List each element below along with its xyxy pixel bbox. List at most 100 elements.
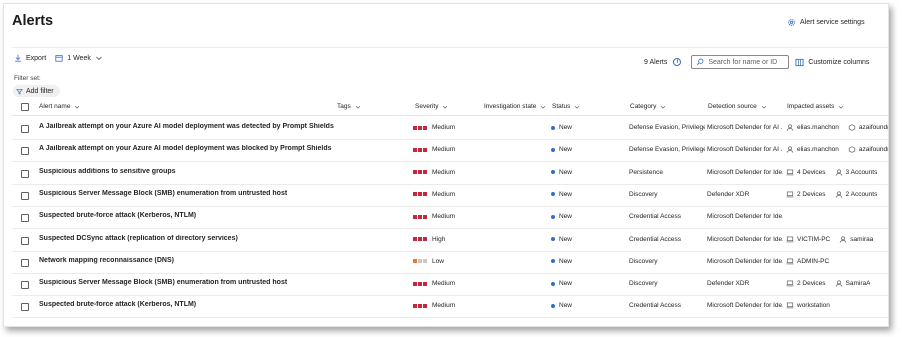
severity-label: High (432, 235, 446, 243)
severity-indicator (413, 192, 427, 197)
column-label: Severity (415, 103, 439, 110)
alert-name-link[interactable]: A Jailbreak attempt on your Azure AI mod… (39, 123, 334, 130)
table-row[interactable]: Suspected DCSync attack (replication of … (12, 230, 888, 252)
column-label: Investigation state (484, 103, 537, 110)
table-row[interactable]: Suspected brute-force attack (Kerberos, … (12, 296, 888, 319)
column-investigation-state[interactable]: Investigation state (484, 103, 546, 110)
alert-service-settings-button[interactable]: Alert service settings (787, 18, 865, 27)
table-row[interactable]: Suspected brute-force attack (Kerberos, … (12, 207, 888, 230)
row-checkbox[interactable] (21, 147, 29, 156)
asset-label: VICTIM-PC (797, 235, 831, 243)
impacted-asset[interactable]: ADMIN-PC (786, 258, 829, 265)
status-dot (551, 237, 555, 241)
chevron-down-icon (541, 105, 546, 109)
impacted-asset[interactable]: workstation (786, 302, 830, 309)
asset-label: samiraa (850, 235, 874, 243)
severity-indicator (413, 214, 427, 219)
severity-indicator (413, 303, 427, 308)
status-label: New (559, 146, 573, 154)
select-all-checkbox[interactable] (21, 103, 29, 111)
impacted-asset[interactable]: azaifoundry-mdl (848, 146, 888, 154)
column-category[interactable]: Category (630, 103, 666, 110)
column-status[interactable]: Status (552, 103, 580, 110)
category-cell: Discovery (629, 280, 658, 288)
severity-label: Medium (432, 190, 456, 198)
time-range-label: 1 Week (67, 54, 91, 62)
detection-source-cell: Microsoft Defender for Ide... (707, 213, 783, 221)
user-icon (835, 191, 843, 198)
detection-source-cell: Microsoft Defender for AI ... (707, 146, 783, 154)
alert-name-link[interactable]: Suspected DCSync attack (replication of … (39, 235, 238, 242)
table-row[interactable]: Suspicious Server Message Block (SMB) en… (12, 274, 888, 297)
row-checkbox[interactable] (21, 214, 29, 223)
column-tags[interactable]: Tags (337, 103, 361, 110)
severity-cell: Medium (413, 280, 455, 287)
row-checkbox[interactable] (21, 281, 29, 290)
export-button[interactable]: Export (14, 54, 46, 62)
asset-label: azaifoundry-mdl (858, 146, 888, 154)
severity-indicator (413, 237, 427, 241)
download-icon (15, 54, 21, 62)
table-row[interactable]: Suspicious Server Message Block (SMB) en… (12, 185, 888, 207)
impacted-assets-cell: 2 Devices SamiraA (786, 280, 870, 287)
impacted-asset[interactable]: 4 Devices (786, 169, 826, 176)
asset-label: 3 Accounts (845, 168, 878, 176)
alert-name-link[interactable]: Suspected brute-force attack (Kerberos, … (39, 301, 196, 308)
table-row[interactable]: Suspicious additions to sensitive groups… (12, 163, 888, 185)
table-row[interactable]: A Jailbreak attempt on your Azure AI mod… (12, 140, 888, 163)
row-checkbox[interactable] (21, 258, 29, 267)
asset-label: 4 Devices (797, 168, 826, 176)
column-label: Status (552, 103, 571, 110)
row-checkbox[interactable] (21, 303, 29, 312)
export-label: Export (26, 54, 47, 62)
asset-label: workstation (797, 302, 830, 310)
filter-icon (16, 88, 23, 95)
alert-name-link[interactable]: Suspicious Server Message Block (SMB) en… (39, 279, 287, 286)
impacted-asset[interactable]: VICTIM-PC (786, 236, 830, 243)
alert-name-link[interactable]: Suspicious Server Message Block (SMB) en… (39, 190, 287, 197)
user-icon (835, 280, 843, 287)
toolbar: Export 1 Week (14, 54, 112, 62)
impacted-asset[interactable]: 2 Accounts (835, 191, 877, 198)
customize-label: Customize columns (808, 58, 870, 66)
cloud-resource-icon (848, 124, 856, 131)
impacted-asset[interactable]: 2 Devices (786, 280, 826, 287)
time-range-dropdown[interactable]: 1 Week (55, 54, 103, 62)
impacted-asset[interactable]: samiraa (839, 236, 873, 243)
column-detection-source[interactable]: Detection source (708, 103, 767, 110)
search-placeholder: Search for name or ID (708, 58, 778, 66)
detection-source-cell: Microsoft Defender for Ide... (707, 235, 783, 243)
filter-set-label: Filter set: (14, 75, 41, 82)
row-checkbox[interactable] (21, 236, 29, 245)
table-row[interactable]: A Jailbreak attempt on your Azure AI mod… (12, 118, 888, 140)
impacted-asset[interactable]: elias.manchon (786, 124, 839, 131)
column-severity[interactable]: Severity (415, 103, 448, 110)
search-input[interactable]: Search for name or ID (691, 55, 790, 69)
alert-name-link[interactable]: Network mapping reconnaissance (DNS) (39, 257, 174, 264)
impacted-asset[interactable]: 3 Accounts (835, 168, 878, 176)
status-dot (551, 303, 555, 308)
column-alert-name[interactable]: Alert name (39, 103, 80, 110)
impacted-asset[interactable]: SamiraA (835, 280, 870, 287)
impacted-asset[interactable]: 2 Devices (786, 191, 826, 198)
table-row[interactable]: Network mapping reconnaissance (DNS) Low N… (12, 252, 888, 274)
row-checkbox[interactable] (21, 125, 29, 133)
customize-columns-button[interactable]: Customize columns (795, 58, 869, 67)
alert-name-link[interactable]: A Jailbreak attempt on your Azure AI mod… (39, 145, 332, 152)
impacted-asset[interactable]: elias.manchon (786, 146, 839, 153)
alert-name-link[interactable]: Suspected brute-force attack (Kerberos, … (39, 212, 196, 219)
info-icon[interactable]: i (673, 58, 682, 66)
detection-source-cell: Defender XDR (707, 190, 750, 198)
status-label: New (559, 302, 573, 310)
impacted-asset[interactable]: azaifoundry-mdl (848, 124, 888, 131)
status-dot (551, 170, 555, 175)
chevron-down-icon (443, 105, 448, 109)
add-filter-button[interactable]: Add filter (13, 85, 60, 97)
severity-label: Medium (432, 168, 456, 176)
alert-count: 9 Alerts (644, 58, 668, 66)
column-impacted-assets[interactable]: Impacted assets (787, 103, 844, 110)
row-checkbox[interactable] (21, 169, 29, 178)
alert-name-link[interactable]: Suspicious additions to sensitive groups (39, 168, 176, 175)
status-cell: New (551, 191, 572, 198)
row-checkbox[interactable] (21, 191, 29, 200)
